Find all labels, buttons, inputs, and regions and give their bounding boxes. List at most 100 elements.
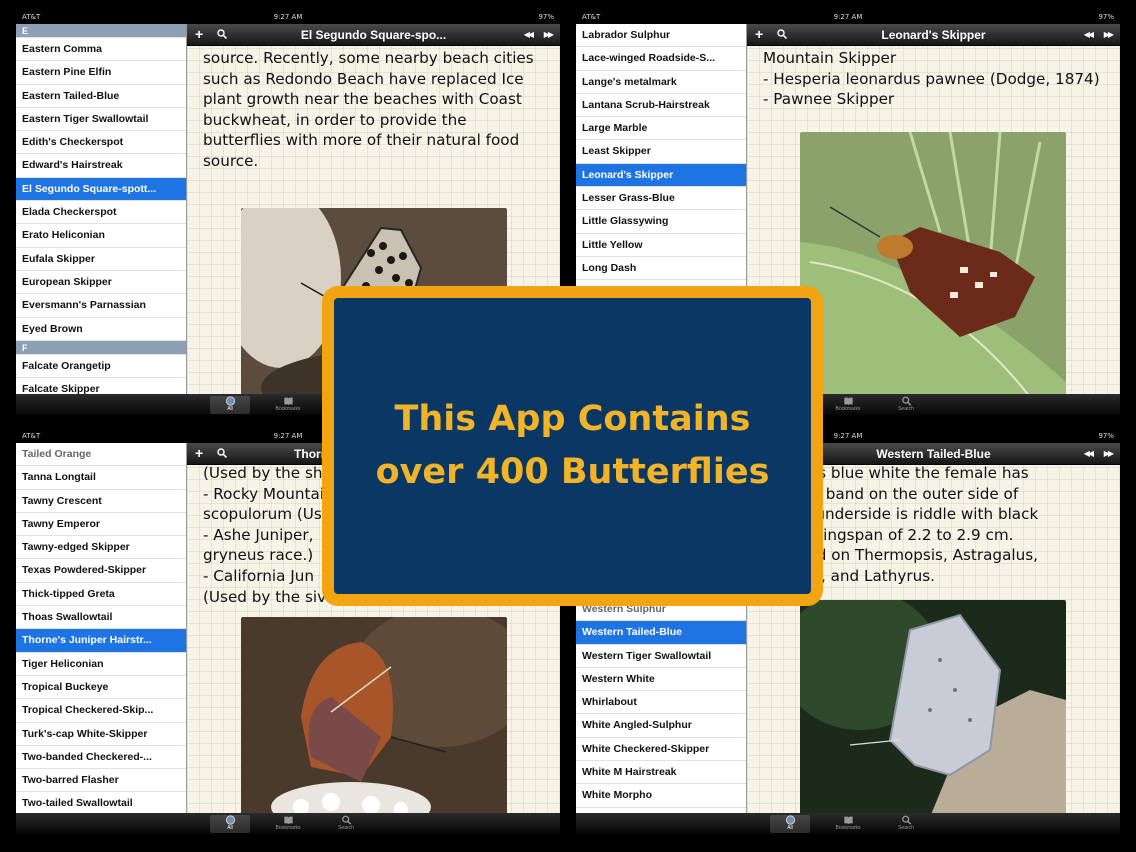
clock-label: 9:27 AM xyxy=(833,13,863,21)
add-bookmark-icon[interactable]: + xyxy=(195,443,203,464)
list-item[interactable]: Tawny-edged Skipper xyxy=(16,536,186,560)
list-item[interactable]: Tawny Crescent xyxy=(16,490,186,513)
magnifier-icon xyxy=(901,396,911,406)
list-item[interactable]: Tropical Checkered-Skip... xyxy=(16,699,186,723)
tab-bookmarks[interactable]: Bookmarks xyxy=(828,815,868,831)
tab-label: Search xyxy=(898,825,914,831)
book-icon xyxy=(843,397,853,406)
list-item[interactable]: White M Hairstreak xyxy=(576,761,746,785)
previous-icon[interactable]: ◀◀ xyxy=(1084,443,1094,465)
list-item[interactable]: White Checkered-Skipper xyxy=(576,738,746,762)
list-item[interactable]: Lesser Grass-Blue xyxy=(576,187,746,211)
list-item[interactable]: Lantana Scrub-Hairstreak xyxy=(576,94,746,118)
list-item[interactable]: Edward's Hairstreak xyxy=(16,154,186,178)
list-item[interactable]: Eastern Comma xyxy=(16,38,186,62)
list-item[interactable]: White Morpho xyxy=(576,784,746,808)
list-item[interactable]: Lace-winged Roadside-S... xyxy=(576,47,746,71)
list-item[interactable]: Thoas Swallowtail xyxy=(16,606,186,630)
previous-icon[interactable]: ◀◀ xyxy=(524,24,534,46)
next-icon[interactable]: ▶▶ xyxy=(544,24,554,46)
list-item[interactable]: Whirlabout xyxy=(576,691,746,715)
list-item[interactable]: Tailed Orange xyxy=(16,443,186,467)
list-item[interactable]: Two-banded Checkered-... xyxy=(16,746,186,770)
status-bar: AT&T 9:27 AM 97% xyxy=(576,11,1120,24)
search-icon[interactable] xyxy=(217,29,227,39)
tab-bookmarks[interactable]: Bookmarks xyxy=(268,396,308,412)
list-item[interactable]: European Skipper xyxy=(16,271,186,295)
tab-all[interactable]: All xyxy=(210,815,250,833)
tab-all[interactable]: All xyxy=(210,396,250,414)
list-item[interactable]: Two-tailed Swallowtail xyxy=(16,792,186,813)
tab-bookmarks[interactable]: Bookmarks xyxy=(828,396,868,412)
tab-label: Bookmarks xyxy=(275,406,301,412)
page-title: El Segundo Square-spo... xyxy=(300,28,447,42)
promo-text: This App Contains over 400 Butterflies xyxy=(376,393,770,499)
tab-label: Bookmarks xyxy=(835,825,861,831)
list-item[interactable]: Thick-tipped Greta xyxy=(16,583,186,607)
section-header: F xyxy=(16,340,186,355)
list-item[interactable]: Large Marble xyxy=(576,117,746,141)
list-item[interactable]: Little Glassywing xyxy=(576,210,746,234)
tab-label: Bookmarks xyxy=(835,406,861,412)
list-item[interactable]: Elada Checkerspot xyxy=(16,201,186,225)
tab-bookmarks[interactable]: Bookmarks xyxy=(268,815,308,831)
promo-banner: This App Contains over 400 Butterflies xyxy=(322,286,823,606)
list-item[interactable]: Turk's-cap White-Skipper xyxy=(16,723,186,746)
list-item[interactable]: Eastern Tiger Swallowtail xyxy=(16,108,186,132)
book-icon xyxy=(283,816,293,825)
list-item[interactable]: Least Skipper xyxy=(576,140,746,164)
list-item[interactable]: El Segundo Square-spott... xyxy=(16,177,186,202)
list-item[interactable]: Two-barred Flasher xyxy=(16,769,186,793)
list-item[interactable]: Eastern Tailed-Blue xyxy=(16,85,186,108)
list-item[interactable]: Labrador Sulphur xyxy=(576,24,746,48)
list-item[interactable]: Eufala Skipper xyxy=(16,248,186,271)
tab-label: All xyxy=(227,825,233,831)
list-item[interactable]: Falcate Skipper xyxy=(16,378,186,394)
page-title: Western Tailed-Blue xyxy=(876,447,991,461)
navigation-bar: + Leonard's Skipper ◀◀ ▶▶ xyxy=(747,24,1120,46)
tab-all[interactable]: All xyxy=(770,815,810,833)
next-icon[interactable]: ▶▶ xyxy=(1104,24,1114,46)
list-item[interactable]: Leonard's Skipper xyxy=(576,163,746,188)
list-item[interactable]: Texas Powdered-Skipper xyxy=(16,559,186,583)
list-item[interactable]: Western Tiger Swallowtail xyxy=(576,645,746,668)
page-title: Leonard's Skipper xyxy=(881,28,986,42)
list-item[interactable]: Erato Heliconian xyxy=(16,224,186,248)
list-item[interactable]: Tawny Emperor xyxy=(16,513,186,537)
tab-search[interactable]: Search xyxy=(886,815,926,831)
description-text: Mountain Skipper - Hesperia leonardus pa… xyxy=(763,49,1100,109)
search-icon[interactable] xyxy=(777,29,787,39)
battery-label: 97% xyxy=(1098,432,1114,440)
list-item[interactable]: Tiger Heliconian xyxy=(16,653,186,676)
globe-icon xyxy=(225,396,235,406)
list-item[interactable]: Lange's metalmark xyxy=(576,71,746,94)
previous-icon[interactable]: ◀◀ xyxy=(1084,24,1094,46)
list-item[interactable]: Falcate Orangetip xyxy=(16,355,186,379)
add-bookmark-icon[interactable]: + xyxy=(755,24,763,45)
list-item[interactable]: Edith's Checkerspot xyxy=(16,131,186,155)
search-icon[interactable] xyxy=(217,448,227,458)
list-item[interactable]: Tanna Longtail xyxy=(16,466,186,490)
globe-icon xyxy=(225,815,235,825)
tab-label: All xyxy=(227,406,233,412)
tab-search[interactable]: Search xyxy=(326,815,366,831)
list-item[interactable]: Eversmann's Parnassian xyxy=(16,294,186,318)
butterfly-list[interactable]: Tailed Orange Tanna Longtail Tawny Crescen… xyxy=(16,443,187,813)
butterfly-photo xyxy=(241,617,507,813)
list-item[interactable]: White Angled-Sulphur xyxy=(576,714,746,738)
butterfly-photo xyxy=(800,600,1066,813)
list-item[interactable]: Tropical Buckeye xyxy=(16,676,186,700)
butterfly-list[interactable]: E Eastern Comma Eastern Pine Elfin Eastern … xyxy=(16,24,187,394)
list-item[interactable]: Western White xyxy=(576,668,746,692)
next-icon[interactable]: ▶▶ xyxy=(1104,443,1114,465)
add-bookmark-icon[interactable]: + xyxy=(195,24,203,45)
list-item[interactable]: Eastern Pine Elfin xyxy=(16,61,186,85)
list-item[interactable]: Long Dash xyxy=(576,257,746,281)
list-item[interactable]: Thorne's Juniper Hairstr... xyxy=(16,629,186,653)
book-icon xyxy=(843,816,853,825)
list-item[interactable]: Eyed Brown xyxy=(16,318,186,341)
list-item[interactable]: Little Yellow xyxy=(576,234,746,257)
list-item[interactable]: Western Tailed-Blue xyxy=(576,621,746,645)
tab-search[interactable]: Search xyxy=(886,396,926,412)
clock-label: 9:27 AM xyxy=(273,13,303,21)
